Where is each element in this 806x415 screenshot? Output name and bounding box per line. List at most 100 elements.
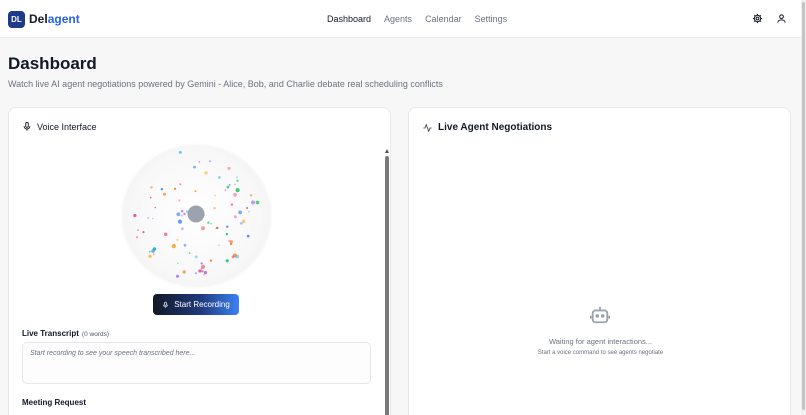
nav-item-dashboard[interactable]: Dashboard [327,14,371,24]
orb-particle [195,272,197,275]
orb-particle [214,195,216,197]
orb-particle [178,150,182,154]
orb-particle [246,234,250,238]
orb-particle [203,271,208,275]
page-scrollbar[interactable] [801,0,806,415]
orb-particle [151,249,155,253]
orb-particle [133,213,137,218]
orb-particle [229,240,233,244]
orb-particle [198,269,202,273]
orb-particle [176,274,179,278]
orb-particle [233,192,237,197]
robot-icon [589,305,611,325]
orb-particle [236,179,239,182]
live-negotiations-title: Live Agent Negotiations [438,122,553,133]
orb-particle [236,176,238,178]
start-recording-button[interactable]: Start Recording [153,294,239,315]
orb-particle [207,221,210,224]
orb-particle [233,215,237,219]
voice-interface-header: Voice Interface [22,121,97,132]
voice-card-scrollbar[interactable] [385,149,390,415]
orb-particle [137,229,139,231]
orb-particle [152,218,154,220]
orb-particle [171,244,176,249]
orb-particle [148,254,152,258]
orb-particle [228,183,231,186]
voice-card-scrollbar-thumb[interactable] [385,156,389,415]
orb-particle [179,183,182,186]
orb-particle [234,183,236,185]
gear-icon[interactable] [752,13,763,24]
orb-particle [226,185,230,189]
page-scrollbar-thumb[interactable] [802,2,805,410]
orb-particle [201,265,205,269]
live-negotiations-card: Live Agent Negotiations Waiting for agen… [408,107,791,415]
orb-particle [180,227,184,230]
empty-state-title: Waiting for agent interactions... [548,337,653,346]
orb-particle [136,236,138,239]
orb-particle [209,259,213,262]
meeting-request-label: Meeting Request [22,398,87,407]
orb-particle [147,217,149,219]
orb-particle [225,259,229,263]
microphone-icon [22,121,32,132]
word-count: (0 words) [81,331,110,338]
orb-particle [240,222,243,225]
transcript-box[interactable]: Start recording to see your speech trans… [22,342,371,384]
main-nav: Dashboard Agents Calendar Settings [327,14,507,24]
orb-particle [255,200,260,205]
orb-particle [163,232,168,237]
orb-particle [180,214,183,217]
orb-particle [177,262,179,264]
orb-particle [200,262,203,265]
nav-item-settings[interactable]: Settings [475,14,508,24]
orb-particle [194,255,198,259]
orb-core [187,205,205,223]
orb-particle [150,186,153,189]
orb-particle [218,176,221,179]
orb-particle [142,231,145,234]
logo-icon[interactable]: DL [8,11,25,28]
activity-icon [422,122,433,133]
orb-particle [203,273,205,276]
orb-particle [180,209,184,213]
nav-item-calendar[interactable]: Calendar [425,14,462,24]
orb-particle [201,226,205,231]
scroll-up-arrow-icon[interactable] [385,149,389,153]
orb-particle [235,188,240,193]
orb-particle [225,225,229,228]
orb-particle [249,194,253,197]
orb-particle [188,252,191,254]
orb-particle [178,199,181,202]
orb-particle [224,189,227,191]
voice-interface-card: Voice Interface Start Recording Live Tra… [8,107,391,415]
live-transcript-label: Live Transcript (0 words) [22,329,110,338]
orb-particle [160,188,164,191]
orb-particle [176,238,179,241]
orb-particle [163,192,166,196]
live-negotiations-header: Live Agent Negotiations [422,122,552,133]
voice-interface-title: Voice Interface [37,121,97,132]
orb-particle [198,161,201,163]
orb-particle [193,165,196,169]
nav-item-agents[interactable]: Agents [384,14,412,24]
orb-particle [246,207,249,209]
user-icon[interactable] [776,13,787,24]
orb-particle [204,171,208,175]
orb-particle [213,207,216,210]
orb-particle [210,222,213,225]
brand-name[interactable]: Delagent [29,12,80,26]
orb-particle [173,187,177,190]
orb-particle [209,160,212,163]
orb-particle [215,227,217,229]
orb-particle [183,212,186,216]
orb-particle [248,211,250,213]
orb-particle [182,270,186,274]
orb-particle [201,270,204,273]
page-title: Dashboard [8,54,97,73]
orb-particle [230,203,234,206]
orb-particle [177,219,183,224]
orb-particle [251,200,255,205]
top-nav-bar: DL Delagent Dashboard Agents Calendar Se… [0,0,801,38]
orb-particle [176,212,181,217]
